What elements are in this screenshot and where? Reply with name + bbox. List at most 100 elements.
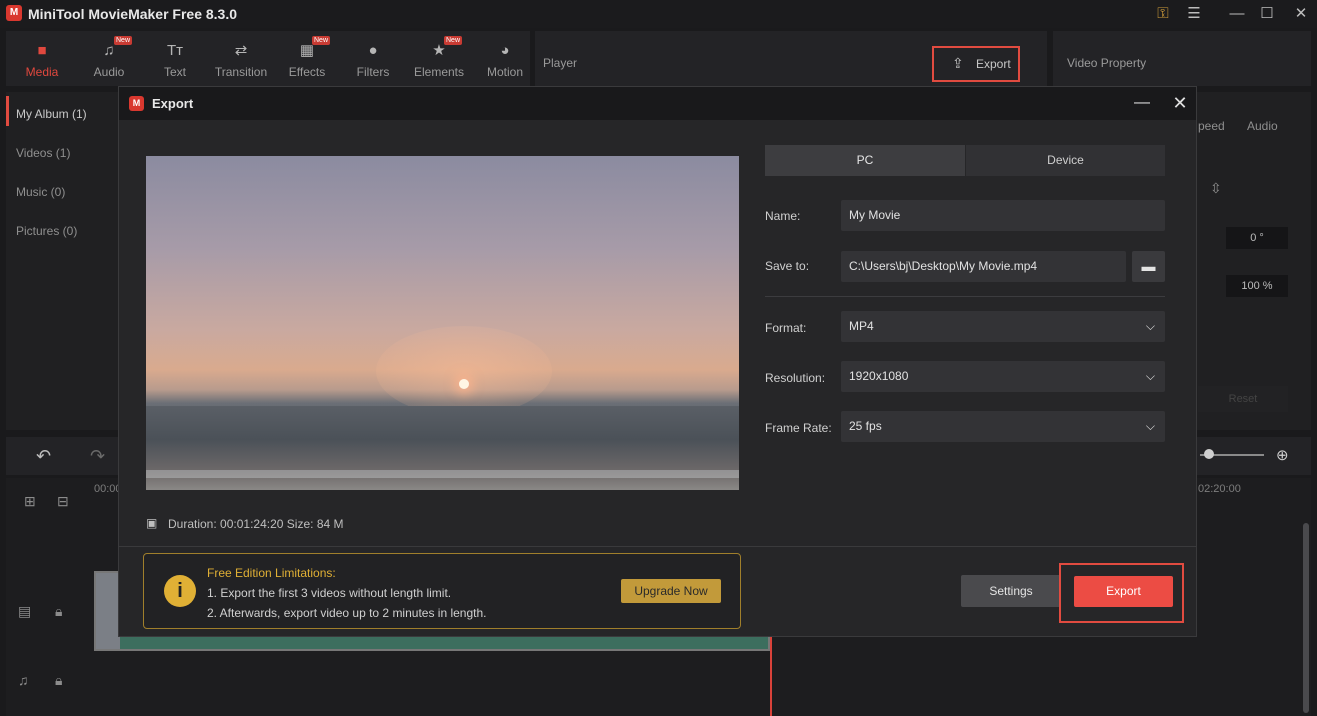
- save-path-input[interactable]: C:\Users\bj\Desktop\My Movie.mp4: [841, 251, 1126, 282]
- resolution-select[interactable]: 1920x1080 ⌵: [841, 361, 1165, 392]
- undo-icon[interactable]: ↶: [36, 446, 51, 467]
- tab-filters[interactable]: ● Filters: [340, 31, 406, 86]
- frame-rate-select[interactable]: 25 fps ⌵: [841, 411, 1165, 442]
- size-value: 84 M: [316, 517, 344, 531]
- album-item-videos[interactable]: Videos (1): [16, 146, 70, 160]
- album-sidebar: [6, 92, 118, 430]
- album-active-indicator: [6, 96, 9, 126]
- export-info: Duration: 00:01:24:20 Size: 84 M: [168, 517, 344, 531]
- name-label: Name:: [765, 209, 801, 223]
- tab-media[interactable]: ■ Media: [9, 31, 75, 86]
- album-item-music[interactable]: Music (0): [16, 185, 65, 199]
- tab-text[interactable]: Tт Text: [142, 31, 208, 86]
- album-item-pictures[interactable]: Pictures (0): [16, 224, 77, 238]
- info-icon: i: [164, 575, 196, 607]
- elements-icon: ★: [432, 42, 446, 59]
- chevron-down-icon: ⌵: [1145, 369, 1155, 383]
- limitation-notice: i Free Edition Limitations: 1. Export th…: [143, 553, 741, 629]
- redo-icon[interactable]: ↷: [90, 446, 105, 467]
- timeline-scrollbar[interactable]: [1303, 523, 1309, 713]
- frame-rate-value: 25 fps: [849, 419, 882, 433]
- footer-divider: [119, 546, 1196, 547]
- tab-effects[interactable]: New ▦ Effects: [274, 31, 340, 86]
- format-label: Format:: [765, 321, 807, 335]
- maximize-icon[interactable]: ☐: [1256, 4, 1278, 24]
- tab-audio-property[interactable]: Audio: [1247, 119, 1278, 133]
- app-title: MiniTool MovieMaker Free 8.3.0: [28, 6, 238, 22]
- name-input[interactable]: My Movie: [841, 200, 1165, 231]
- dialog-title: Export: [152, 96, 194, 111]
- dialog-minimize-icon[interactable]: —: [1131, 92, 1153, 114]
- format-value: MP4: [849, 319, 874, 333]
- size-label: Size:: [286, 517, 314, 531]
- tab-elements-label: Elements: [413, 65, 465, 79]
- menu-icon[interactable]: ☰: [1183, 4, 1205, 24]
- preview-wave: [146, 470, 739, 478]
- new-badge: New: [114, 36, 133, 45]
- tab-motion-label: Motion: [486, 65, 524, 79]
- property-panel: [1197, 92, 1311, 430]
- video-track-icon: ▤: [18, 603, 32, 619]
- new-badge: New: [312, 36, 331, 45]
- tab-motion[interactable]: ◕ Motion: [472, 31, 538, 86]
- resolution-value: 1920x1080: [849, 369, 909, 383]
- tab-speed[interactable]: peed: [1198, 119, 1225, 133]
- limitation-title: Free Edition Limitations:: [207, 566, 336, 580]
- video-property-header: Video Property: [1053, 31, 1311, 86]
- dialog-close-icon[interactable]: ✕: [1169, 92, 1191, 114]
- remove-track-icon[interactable]: ⊟: [57, 493, 69, 510]
- tab-audio-label: Audio: [93, 65, 125, 79]
- export-button[interactable]: Export: [1074, 576, 1173, 607]
- rotation-value[interactable]: 0 °: [1226, 227, 1288, 249]
- tab-audio[interactable]: New ♫ Audio: [76, 31, 142, 86]
- export-dialog: M Export — ✕ ▣ Duration: 00:01:24:20 Siz…: [118, 86, 1197, 637]
- tab-media-label: Media: [25, 65, 59, 79]
- preview-sun: [459, 379, 469, 389]
- limitation-line-2: 2. Afterwards, export video up to 2 minu…: [207, 606, 487, 620]
- chevron-down-icon: ⌵: [1145, 419, 1155, 433]
- duration-label: Duration:: [168, 517, 217, 531]
- tab-text-label: Text: [163, 65, 186, 79]
- close-icon[interactable]: ✕: [1290, 4, 1312, 24]
- settings-button[interactable]: Settings: [961, 575, 1061, 607]
- album-item-my-album[interactable]: My Album (1): [16, 107, 87, 121]
- tab-transition-label: Transition: [214, 65, 268, 79]
- zoom-in-icon[interactable]: ⊕: [1276, 446, 1289, 464]
- tab-filters-label: Filters: [356, 65, 390, 79]
- scale-value[interactable]: 100 %: [1226, 275, 1288, 297]
- tab-elements[interactable]: New ★ Elements: [406, 31, 472, 86]
- top-export-label: Export: [976, 57, 1011, 71]
- tab-pc[interactable]: PC: [765, 145, 965, 176]
- effects-icon: ▦: [299, 42, 315, 59]
- tab-transition[interactable]: ⇄ Transition: [208, 31, 274, 86]
- add-track-icon[interactable]: ⊞: [24, 493, 36, 510]
- new-badge: New: [444, 36, 463, 45]
- motion-icon: ◕: [500, 42, 510, 59]
- export-icon: ⇪: [952, 55, 964, 71]
- tab-device[interactable]: Device: [966, 145, 1165, 176]
- app-logo-icon: M: [6, 5, 22, 21]
- zoom-slider-handle[interactable]: [1204, 449, 1214, 459]
- frame-rate-label: Frame Rate:: [765, 421, 832, 435]
- chevron-down-icon: ⌵: [1145, 319, 1155, 333]
- top-export-button[interactable]: ⇪ Export: [932, 46, 1020, 82]
- dialog-titlebar: [119, 87, 1196, 120]
- transition-icon: ⇄: [234, 42, 248, 59]
- tab-effects-label: Effects: [288, 65, 326, 79]
- browse-folder-button[interactable]: ▬: [1132, 251, 1165, 282]
- key-icon[interactable]: ⚿: [1152, 4, 1174, 24]
- limitation-line-1: 1. Export the first 3 videos without len…: [207, 586, 452, 600]
- film-icon: ▣: [146, 516, 158, 530]
- reset-button[interactable]: Reset: [1198, 386, 1288, 412]
- player-label: Player: [543, 56, 578, 70]
- upgrade-now-button[interactable]: Upgrade Now: [621, 579, 721, 603]
- audio-track-lock-icon[interactable]: 🔒︎: [55, 672, 62, 689]
- video-clip-thumbnail: [96, 573, 120, 649]
- flip-icon[interactable]: ⇳: [1210, 180, 1222, 197]
- minimize-icon[interactable]: —: [1226, 4, 1248, 24]
- format-select[interactable]: MP4 ⌵: [841, 311, 1165, 342]
- duration-value: 00:01:24:20: [220, 517, 284, 531]
- video-track-lock-icon[interactable]: 🔒︎: [55, 603, 62, 620]
- audio-track-icon: ♫: [18, 672, 29, 688]
- media-icon: ■: [37, 42, 47, 59]
